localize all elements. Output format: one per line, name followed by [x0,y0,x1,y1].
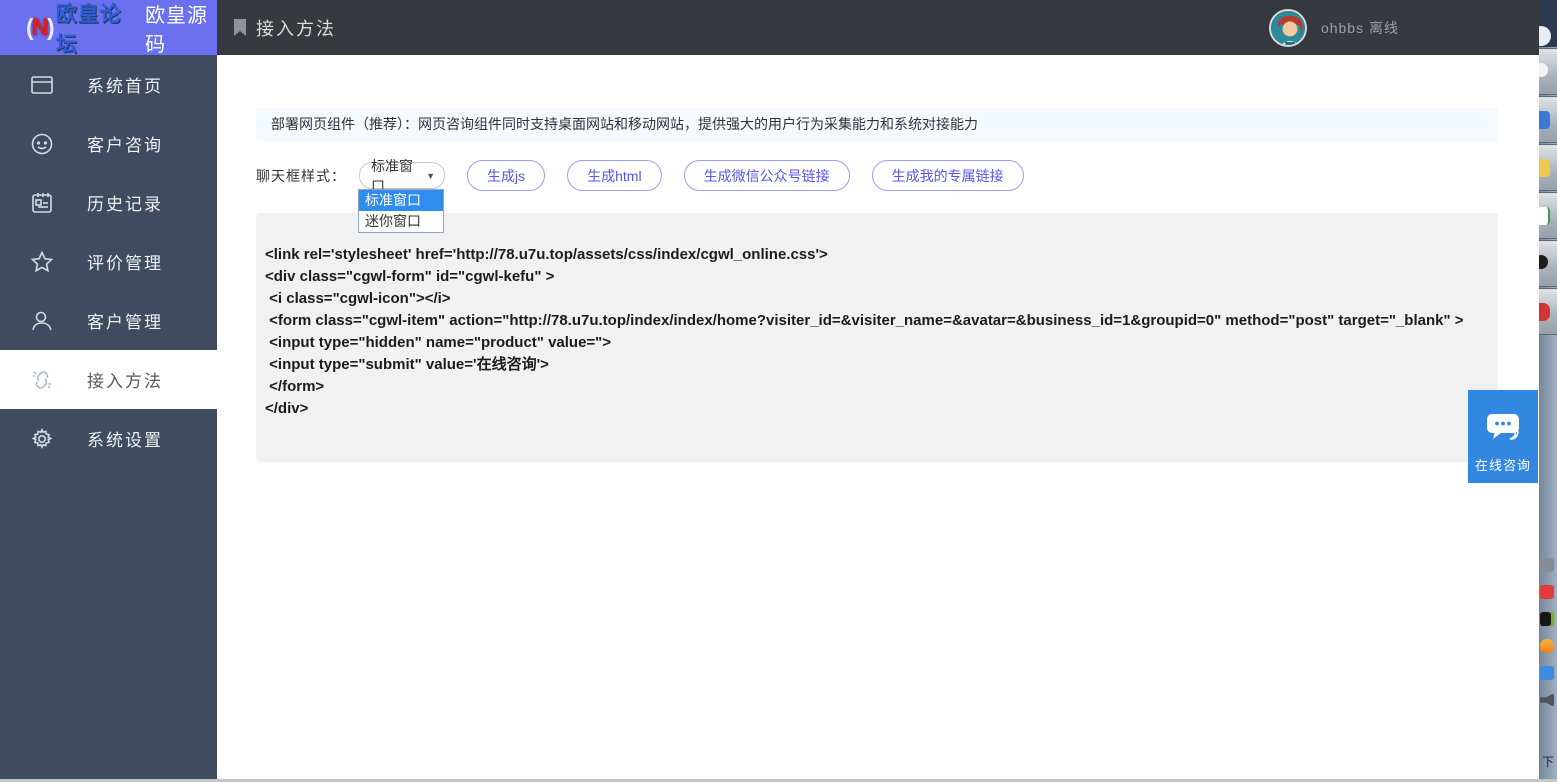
sidebar-item-consult[interactable]: 客户咨询 [0,114,217,173]
chat-style-label: 聊天框样式： [256,166,346,186]
topbar: 接入方法 ohbbs 离线 [217,0,1539,55]
gear-icon [30,427,54,451]
dashboard-icon [30,73,54,97]
unlink-icon [30,368,54,392]
sidebar: 系统首页 客户咨询 历史记录 评价管理 客户管理 [0,55,217,782]
code-line: <input type="hidden" name="product" valu… [265,332,1484,354]
chat-bubble-icon [1484,408,1522,446]
generate-exclusive-link-button[interactable]: 生成我的专属链接 [872,160,1024,191]
generate-html-button[interactable]: 生成html [567,160,661,191]
dropdown-option-standard[interactable]: 标准窗口 [359,190,443,211]
bookmark-icon [233,19,247,37]
taskbar-app-button[interactable] [1539,96,1557,143]
embed-code-block: <link rel='stylesheet' href='http://78.u… [256,213,1498,462]
music-app-icon[interactable] [1540,585,1554,599]
nvidia-icon[interactable] [1540,612,1554,626]
brand-logo-icon: (N) [26,14,54,42]
sidebar-item-label: 历史记录 [87,190,163,215]
generate-wechat-link-button[interactable]: 生成微信公众号链接 [684,160,850,191]
online-consult-label: 在线咨询 [1475,455,1531,474]
smiley-icon [30,132,54,156]
qq-icon[interactable] [1540,666,1554,680]
app-window: (N) 欧皇论坛 欧皇源码 接入方法 ohbbs 离线 [0,0,1557,782]
code-line: <div class="cgwl-form" id="cgwl-kefu" > [265,266,1484,288]
code-line: </div> [265,398,1484,420]
taskbar-app-button[interactable] [1539,288,1557,335]
speaker-icon[interactable] [1540,693,1554,707]
taskbar-app-button[interactable] [1539,48,1557,95]
taskbar-app-button[interactable] [1539,192,1557,239]
sidebar-item-settings[interactable]: 系统设置 [0,409,217,468]
code-line: <i class="cgwl-icon"></i> [265,288,1484,310]
sidebar-item-ratings[interactable]: 评价管理 [0,232,217,291]
sidebar-item-home[interactable]: 系统首页 [0,55,217,114]
sidebar-item-label: 系统首页 [87,72,163,97]
avatar[interactable] [1269,9,1307,47]
user-icon [30,309,54,333]
user-status[interactable]: ohbbs 离线 [1321,18,1399,38]
taskbar-top-window [1539,0,1557,47]
sidebar-item-label: 系统设置 [87,426,163,451]
star-icon [30,250,54,274]
sidebar-item-label: 客户管理 [87,308,163,333]
chat-style-dropdown: 标准窗口 迷你窗口 [358,189,444,233]
generate-js-button[interactable]: 生成js [467,160,545,191]
notice-banner: 部署网页组件（推荐）：网页咨询组件同时支持桌面网站和移动网站，提供强大的用户行为… [256,108,1498,141]
code-line: <input type="submit" value='在线咨询'> [265,354,1484,376]
code-line: <form class="cgwl-item" action="http://7… [265,310,1484,332]
dropdown-option-mini[interactable]: 迷你窗口 [359,211,443,232]
sidebar-item-customers[interactable]: 客户管理 [0,291,217,350]
chevron-down-icon: ▼ [426,171,435,181]
windows-taskbar-strip[interactable]: 下 [1539,0,1557,782]
taskbar-app-button[interactable] [1539,240,1557,287]
page-head: 接入方法 [233,15,336,41]
brand-logo-text: 欧皇论坛 [56,0,131,58]
online-consult-float-button[interactable]: 在线咨询 [1468,390,1538,483]
site-name: 欧皇源码 [145,0,217,57]
flame-icon[interactable] [1540,639,1554,653]
main-content: 部署网页组件（推荐）：网页咨询组件同时支持桌面网站和移动网站，提供强大的用户行为… [217,55,1540,782]
usb-icon[interactable] [1540,558,1554,572]
sidebar-item-history[interactable]: 历史记录 [0,173,217,232]
sidebar-item-integration[interactable]: 接入方法 [0,350,217,409]
page-title: 接入方法 [256,15,336,41]
controls-row: 聊天框样式： 标准窗口 ▼ 生成js 生成html 生成微信公众号链接 生成我的… [256,160,1024,191]
taskbar-app-button[interactable] [1539,144,1557,191]
code-line: </form> [265,376,1484,398]
code-line: <link rel='stylesheet' href='http://78.u… [265,244,1484,266]
sidebar-item-label: 客户咨询 [87,131,163,156]
sidebar-item-label: 接入方法 [87,367,163,392]
user-area[interactable]: ohbbs 离线 [1269,0,1399,55]
logo-area[interactable]: (N) 欧皇论坛 欧皇源码 [0,0,217,55]
history-icon [30,191,54,215]
tray-clock-text[interactable]: 下 [1542,753,1554,770]
chat-style-select[interactable]: 标准窗口 ▼ [359,162,445,189]
sidebar-item-label: 评价管理 [87,249,163,274]
